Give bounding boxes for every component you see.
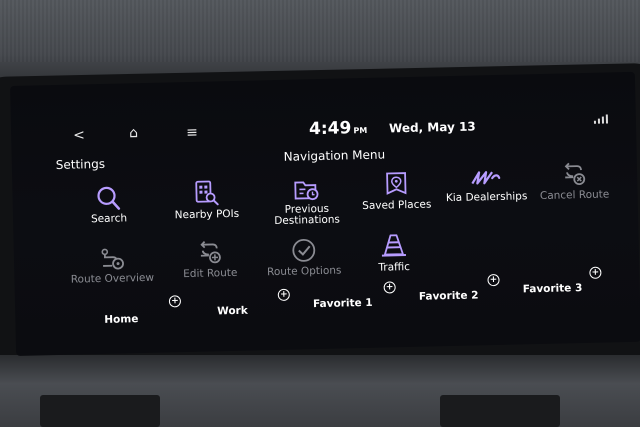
- page-title: Navigation Menu: [283, 147, 386, 164]
- cancel-route-icon: [564, 162, 586, 186]
- add-favorite-2-icon[interactable]: +: [487, 273, 500, 287]
- menu-item-nearby-pois[interactable]: Nearby POIs: [158, 178, 255, 221]
- menu-item-kia-dealerships[interactable]: Kia Dealerships: [438, 165, 535, 204]
- menu-item-label: Nearby POIs: [174, 207, 240, 222]
- menu-item-label: Edit Route: [183, 266, 238, 281]
- favorite-1[interactable]: Favorite 1: [313, 297, 373, 310]
- menu-item-previous-destinations[interactable]: Previous Destinations: [258, 175, 355, 227]
- menu-item-label: Previous Destinations: [274, 202, 341, 228]
- menu-item-label: Route Overview: [70, 271, 155, 286]
- menu-item-label: Route Options: [266, 264, 342, 279]
- add-favorite-3-icon[interactable]: +: [589, 266, 602, 279]
- dashboard-bottom: [0, 355, 640, 427]
- menu-item-cancel-route[interactable]: Cancel Route: [526, 161, 623, 202]
- kia-logo-icon: [471, 171, 501, 185]
- add-home-icon[interactable]: +: [168, 295, 182, 308]
- dashboard-texture: [0, 0, 640, 62]
- favorite-2[interactable]: Favorite 2: [419, 289, 479, 302]
- saved-places-icon: [386, 172, 407, 195]
- menu-item-route-overview[interactable]: Route Overview: [64, 245, 161, 286]
- add-favorite-1-icon[interactable]: +: [383, 281, 396, 294]
- air-vent: [40, 395, 160, 427]
- clock: 4:49 PM: [309, 118, 368, 139]
- date: Wed, May 13: [388, 119, 476, 136]
- route-options-icon: [292, 238, 316, 262]
- route-overview-icon: [101, 248, 124, 270]
- signal-icon: [593, 114, 609, 124]
- infotainment-screen: < ⌂ ≡ 4:49 PM Wed, May 13 Settings Naviga…: [10, 71, 640, 356]
- menu-item-label: Saved Places: [362, 198, 432, 213]
- favorite-home[interactable]: Home: [104, 313, 138, 326]
- favorite-work[interactable]: Work: [217, 305, 248, 318]
- search-icon: [97, 186, 121, 210]
- add-work-icon[interactable]: +: [277, 288, 290, 301]
- menu-icon[interactable]: ≡: [186, 125, 198, 141]
- settings-button[interactable]: Settings: [56, 157, 106, 172]
- menu-item-traffic[interactable]: Traffic: [345, 231, 442, 274]
- home-icon[interactable]: ⌂: [129, 125, 138, 141]
- menu-item-route-options[interactable]: Route Options: [255, 235, 352, 278]
- air-vent: [440, 395, 560, 427]
- traffic-cone-icon: [381, 234, 406, 257]
- menu-item-search[interactable]: Search: [60, 183, 157, 226]
- previous-destinations-icon: [294, 181, 319, 201]
- edit-route-icon: [200, 241, 221, 264]
- menu-item-label: Search: [90, 212, 128, 226]
- menu-item-saved-places[interactable]: Saved Places: [348, 169, 445, 212]
- menu-item-label: Kia Dealerships: [445, 190, 528, 205]
- menu-item-label: Traffic: [378, 260, 411, 274]
- clock-time: 4:49: [308, 118, 352, 140]
- back-icon[interactable]: <: [73, 127, 85, 143]
- menu-item-edit-route[interactable]: Edit Route: [162, 239, 259, 280]
- favorite-3[interactable]: Favorite 3: [523, 282, 583, 295]
- nearby-poi-icon: [195, 180, 219, 206]
- menu-item-label: Cancel Route: [539, 188, 610, 203]
- clock-ampm: PM: [353, 125, 368, 136]
